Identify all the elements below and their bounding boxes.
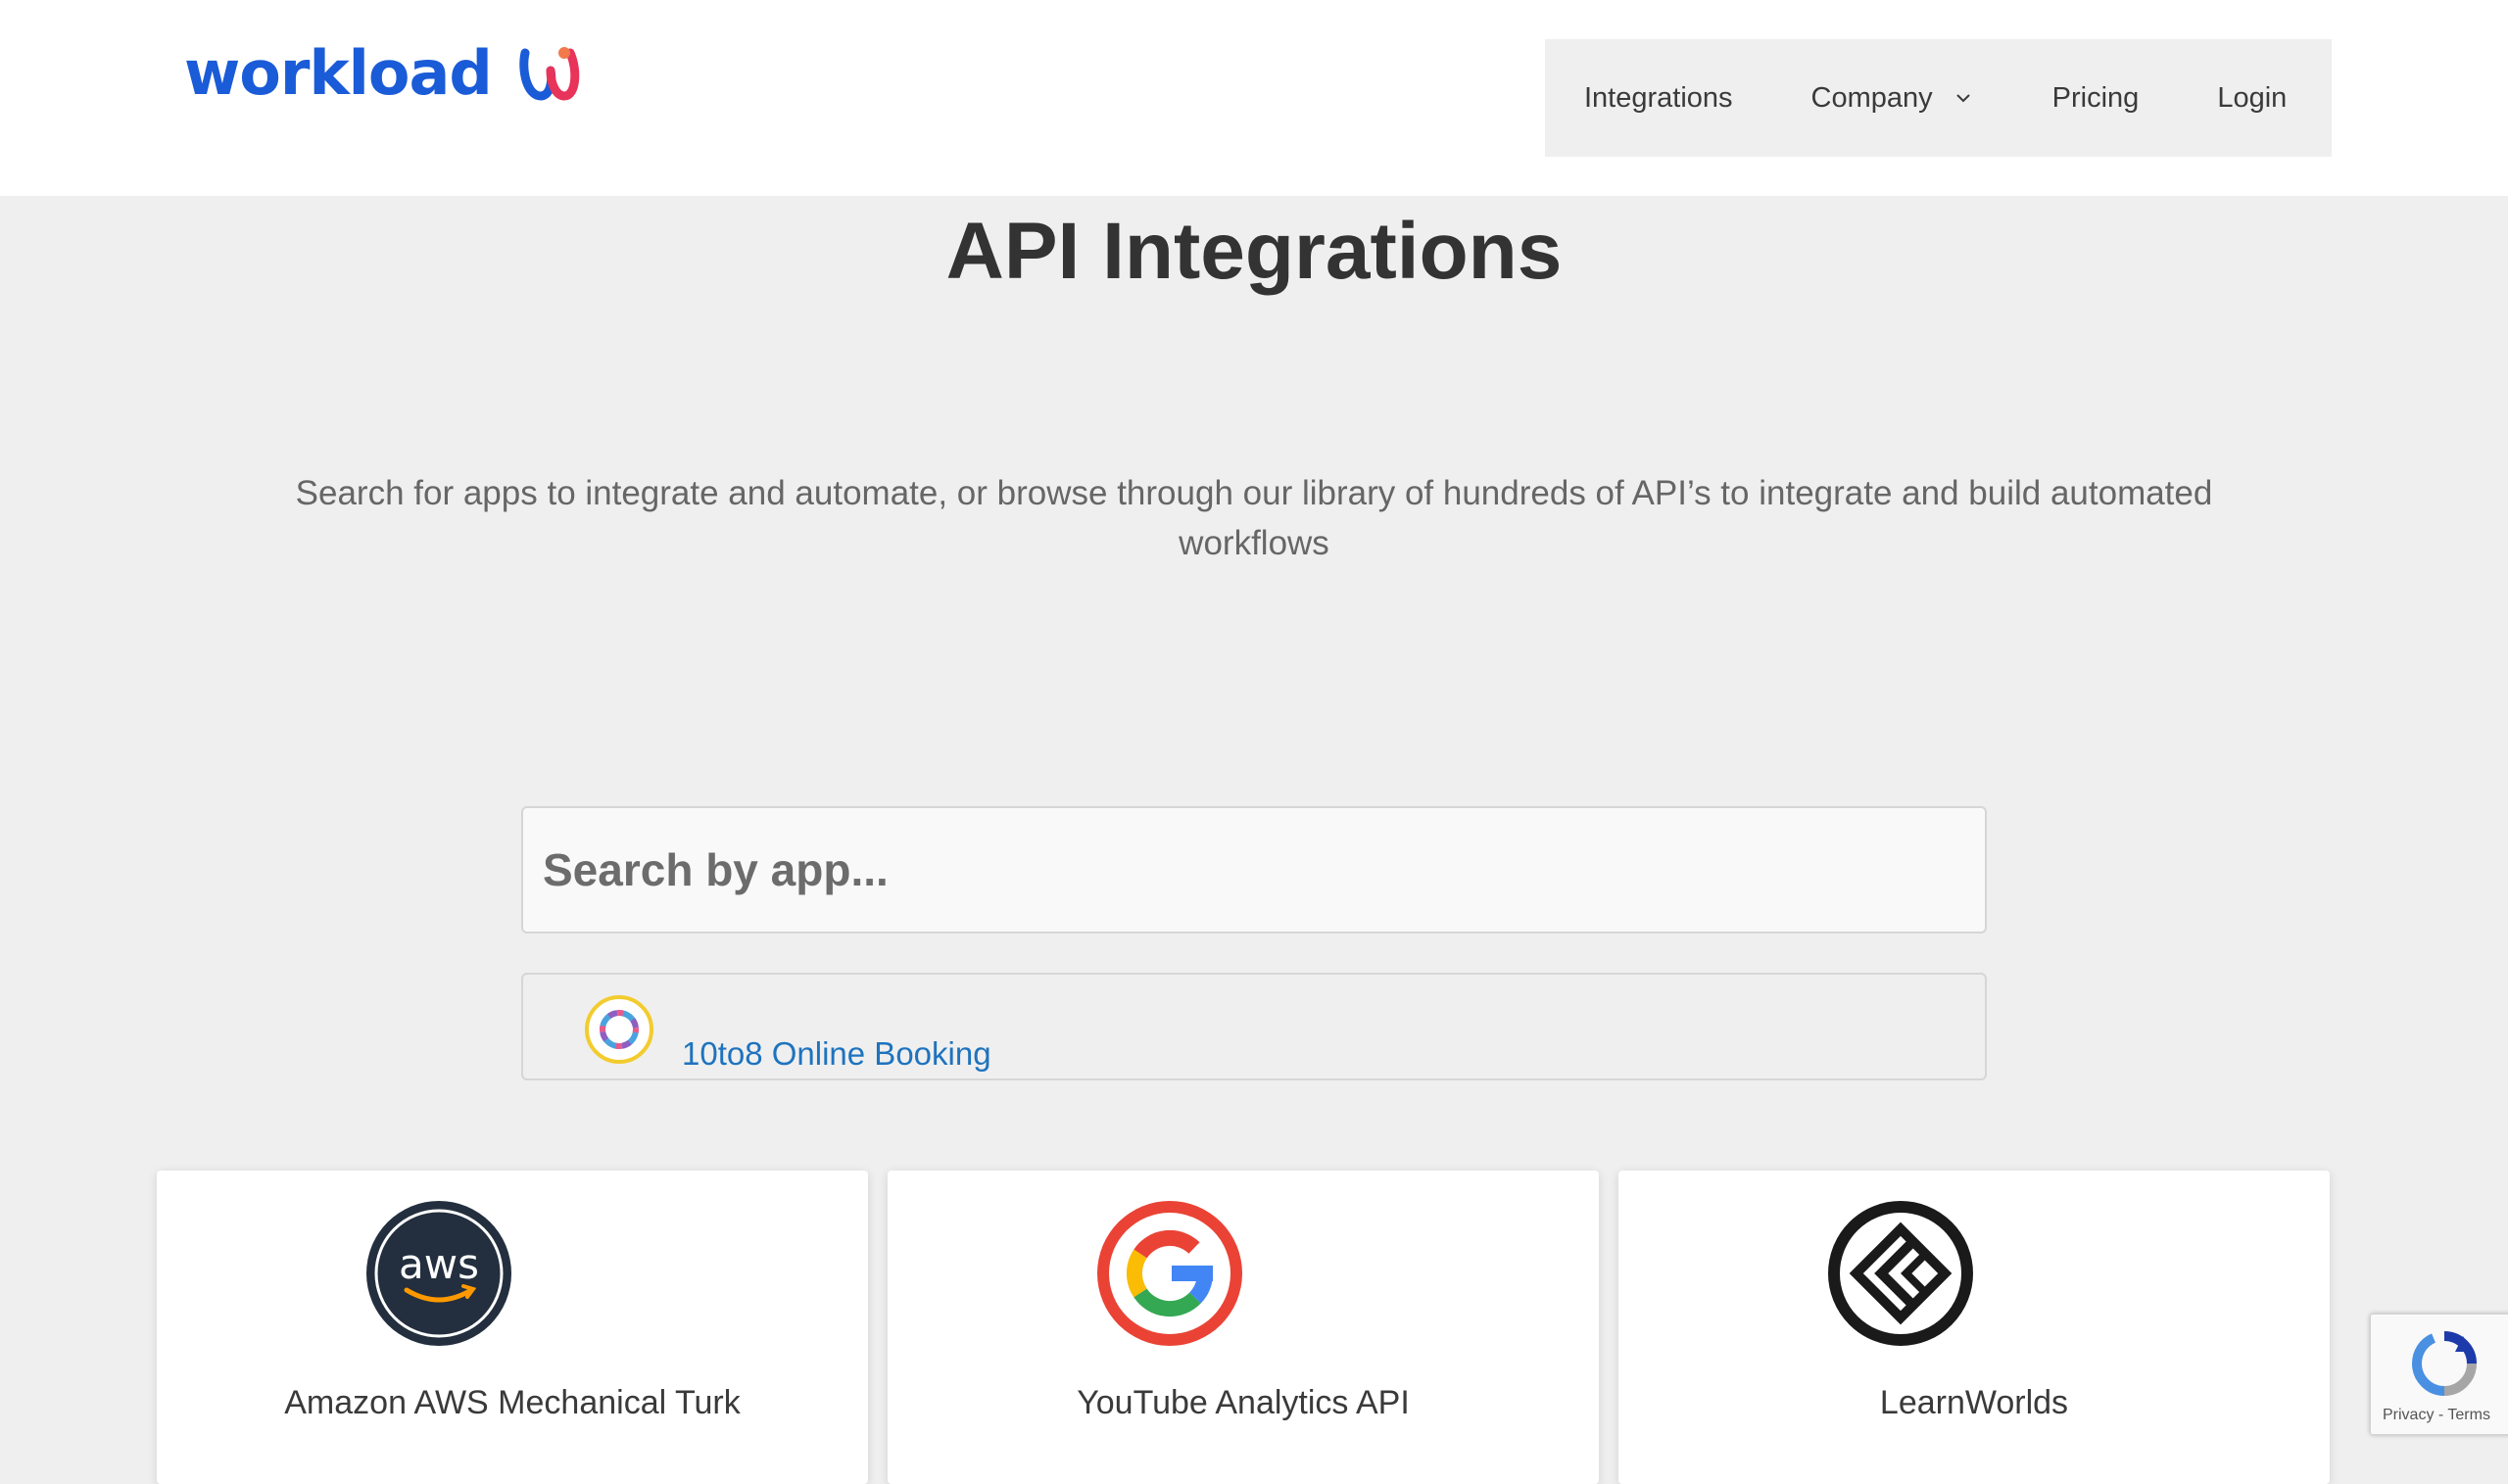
- card-youtube-analytics[interactable]: YouTube Analytics API: [888, 1171, 1599, 1484]
- nav-integrations[interactable]: Integrations: [1584, 82, 1733, 115]
- card-aws[interactable]: aws Amazon AWS Mechanical Turk: [157, 1171, 868, 1484]
- svg-text:aws: aws: [399, 1240, 479, 1288]
- ring-logo-icon: [585, 995, 653, 1064]
- nav-login-label: Login: [2217, 81, 2288, 114]
- card-learnworlds[interactable]: LearnWorlds: [1618, 1171, 2330, 1484]
- main-nav: Integrations Company Pricing Login: [1545, 39, 2332, 157]
- workload-mark-icon: [519, 47, 580, 101]
- card-title: YouTube Analytics API: [1077, 1384, 1410, 1421]
- nav-company-label: Company: [1810, 81, 1933, 114]
- nav-company[interactable]: Company: [1811, 82, 1974, 115]
- recaptcha-icon: [2411, 1331, 2477, 1396]
- workload-logo[interactable]: workload: [184, 37, 582, 110]
- recaptcha-badge[interactable]: Privacy - Terms: [2370, 1314, 2508, 1435]
- privacy-link[interactable]: Privacy: [2383, 1407, 2434, 1423]
- search-result-item[interactable]: 10to8 Online Booking: [521, 973, 1987, 1080]
- card-title: LearnWorlds: [1879, 1384, 2069, 1421]
- learnworlds-icon: [1828, 1201, 1973, 1346]
- aws-icon: aws: [366, 1201, 511, 1346]
- page-title: API Integrations: [945, 207, 1563, 296]
- nav-pricing-label: Pricing: [2051, 81, 2140, 114]
- search-input[interactable]: [521, 806, 1987, 933]
- page-subtitle: Search for apps to integrate and automat…: [295, 474, 2213, 562]
- nav-pricing[interactable]: Pricing: [2052, 82, 2140, 115]
- nav-integrations-label: Integrations: [1584, 81, 1733, 114]
- terms-link[interactable]: Terms: [2447, 1407, 2490, 1423]
- card-title: Amazon AWS Mechanical Turk: [284, 1384, 741, 1421]
- nav-login[interactable]: Login: [2217, 82, 2287, 115]
- search-result-link[interactable]: 10to8 Online Booking: [682, 1035, 991, 1073]
- logo-text: workload: [184, 37, 493, 109]
- google-icon: [1097, 1201, 1242, 1346]
- links-separator: -: [2434, 1407, 2448, 1423]
- chevron-down-icon: [1955, 94, 1970, 103]
- recaptcha-links: Privacy - Terms: [2383, 1407, 2490, 1424]
- site-header: workload Integrations Company Pricing Lo…: [0, 0, 2508, 196]
